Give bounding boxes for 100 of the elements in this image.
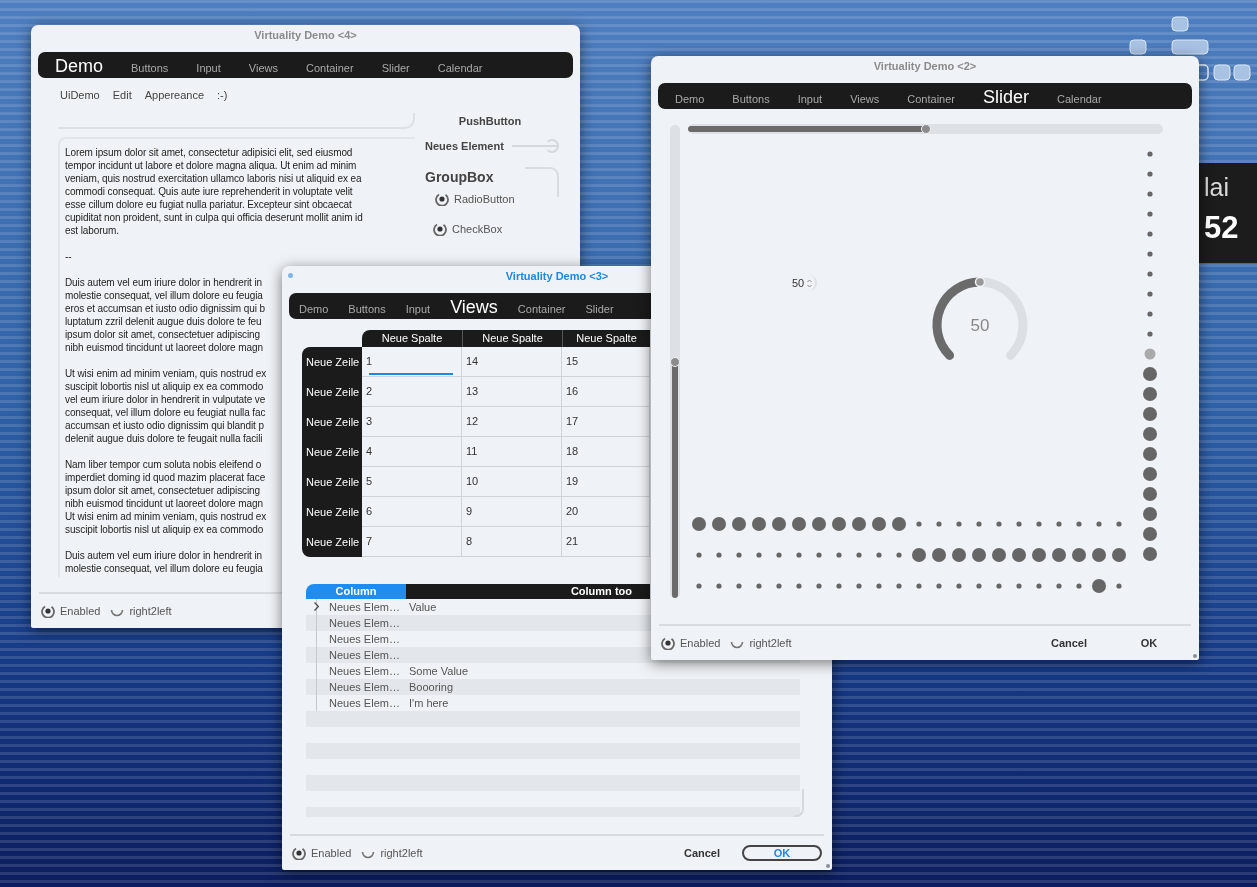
tree-item-label[interactable]: Neues Elem… — [329, 646, 409, 664]
tab[interactable]: Demo — [289, 302, 339, 319]
tree-item-value: Boooring — [409, 679, 454, 695]
table-cell[interactable]: 19 — [562, 467, 650, 497]
table-cell[interactable]: 4 — [362, 437, 462, 467]
table-cell[interactable]: 2 — [362, 377, 462, 407]
tab[interactable]: Slider — [969, 86, 1043, 109]
table-cell[interactable]: 18 — [562, 437, 650, 467]
radio-button[interactable]: RadioButton — [435, 190, 559, 207]
row-header: Neue Zeile — [302, 407, 362, 437]
tab[interactable]: Input — [182, 61, 235, 78]
clock-text: lai — [1204, 172, 1230, 203]
tree-item-label[interactable]: Neues Elem… — [329, 614, 409, 632]
menu-item[interactable]: :-) — [217, 87, 228, 105]
tab[interactable]: Buttons — [338, 302, 396, 319]
push-button[interactable]: PushButton — [425, 113, 555, 129]
group-box-title: GroupBox — [425, 167, 494, 187]
table-cell[interactable]: 7 — [362, 527, 462, 557]
option-toggle[interactable]: right2left — [730, 634, 792, 652]
tree-item-label[interactable]: Neues Elem… — [329, 662, 409, 680]
table-cell[interactable]: 5 — [362, 467, 462, 497]
tab[interactable]: Input — [783, 92, 837, 109]
slider-thumb[interactable] — [1144, 348, 1156, 360]
tab[interactable]: Input — [395, 302, 441, 319]
table-cell[interactable]: 20 — [562, 497, 650, 527]
option-toggle[interactable]: Enabled — [661, 634, 721, 652]
tab[interactable]: Container — [507, 302, 576, 319]
tab[interactable]: Slider — [575, 302, 624, 319]
option-toggle[interactable]: Enabled — [292, 844, 352, 862]
table-cell[interactable]: 13 — [462, 377, 562, 407]
slider-track[interactable] — [670, 125, 680, 598]
tree-item-label[interactable]: Neues Elem… — [329, 598, 409, 616]
paragraph-text: Duis autem vel eum iriure dolor in hendrerit in molestie consequat, vel illum dolore eu feugia — [65, 549, 263, 575]
tab[interactable]: Slider — [367, 61, 424, 78]
table-cell[interactable]: 10 — [462, 467, 562, 497]
column-header[interactable]: Column too — [406, 584, 650, 599]
column-header: Neue Spalte — [362, 330, 462, 347]
tree-item-value: Value — [409, 599, 437, 615]
menu-item[interactable]: UiDemo — [60, 87, 100, 105]
frame-corner — [794, 789, 804, 817]
row-header: Neue Zeile — [302, 377, 362, 407]
tree-item-label[interactable]: Neues Elem… — [329, 678, 409, 696]
slider-thumb[interactable] — [1092, 579, 1106, 593]
table-cell[interactable]: 15 — [562, 347, 650, 377]
tab[interactable]: Views — [836, 92, 894, 109]
tab[interactable]: Demo — [41, 55, 117, 78]
row-header: Neue Zeile — [302, 467, 362, 497]
table-cell[interactable]: 16 — [562, 377, 650, 407]
dial[interactable] — [932, 276, 1028, 360]
column-header: Neue Spalte — [462, 330, 562, 347]
expand-icon[interactable] — [314, 602, 319, 611]
resize-grip[interactable] — [1193, 654, 1197, 658]
tab[interactable]: Views — [440, 296, 508, 319]
row-header: Neue Zeile — [302, 527, 362, 557]
row-header: Neue Zeile — [302, 437, 362, 467]
window-title: Virtuality Demo <4> — [254, 28, 357, 43]
menu-item[interactable]: Appereance — [144, 87, 205, 105]
table-cell[interactable]: 14 — [462, 347, 562, 377]
tab[interactable]: Buttons — [718, 92, 784, 109]
dial-reading: 50 — [970, 316, 990, 335]
option-toggle[interactable]: Enabled — [41, 602, 101, 620]
dialog-button[interactable]: Cancel — [1029, 635, 1109, 651]
slider-track[interactable] — [688, 124, 1163, 134]
row-header: Neue Zeile — [302, 497, 362, 527]
table-cell[interactable]: 12 — [462, 407, 562, 437]
paragraph-text: Ut wisi enim ad minim veniam, quis nostrud ex suscipit lobortis nisl ut aliquip ex ea commodo vel eum iriure dolor in hendrerit in vulputate ve consequat, vel illum dolore eu feugiat nulla fac accumsan et iusto odio dignissim qui blandit p delenit augue duis dolore te feugait nulla facili — [65, 367, 267, 445]
tree-item-label[interactable]: Neues Elem… — [329, 630, 409, 648]
table-cell[interactable]: 21 — [562, 527, 650, 557]
dialog-button[interactable]: OK — [1109, 635, 1189, 651]
resize-grip[interactable] — [826, 864, 830, 868]
table-cell[interactable]: 11 — [462, 437, 562, 467]
table-cell[interactable]: 1 — [362, 347, 462, 377]
option-toggle[interactable]: right2left — [110, 602, 172, 620]
tab[interactable]: Container — [893, 92, 969, 109]
row-header: Neue Zeile — [302, 347, 362, 377]
option-toggle[interactable]: right2left — [361, 844, 423, 862]
paragraph-text: Duis autem vel eum iriure dolor in hendrerit in molestie consequat, vel illum dolore eu feugia eros et accumsan et iusto odio dignissim qui b luptatum zzril delenit augue duis dolore te feu ipsum dolor sit amet, consectetuer adipiscing nibh euismod tincidunt ut laoreet dolore magn — [65, 276, 265, 354]
slider-label: Neues Element — [425, 139, 504, 154]
tree-item-label[interactable]: Neues Elem… — [329, 694, 409, 712]
tab[interactable]: Demo — [661, 92, 719, 109]
tab[interactable]: Container — [291, 61, 368, 78]
dialog-button[interactable]: Cancel — [662, 845, 742, 861]
tab[interactable]: Calendar — [423, 61, 497, 78]
window-title: Virtuality Demo <2> — [873, 59, 977, 74]
table-cell[interactable]: 8 — [462, 527, 562, 557]
table-cell[interactable]: 6 — [362, 497, 462, 527]
tab[interactable]: Buttons — [117, 61, 183, 78]
menu-item[interactable]: Edit — [112, 87, 132, 105]
clock-text: 52 — [1204, 209, 1240, 247]
table-cell[interactable]: 9 — [462, 497, 562, 527]
spin-arrows-icon[interactable] — [807, 278, 813, 288]
tab[interactable]: Views — [234, 61, 292, 78]
tree-item-value: I'm here — [409, 695, 449, 711]
dial-thumb[interactable] — [975, 276, 986, 288]
table-cell[interactable]: 17 — [562, 407, 650, 437]
spin-box[interactable]: 50 — [792, 275, 818, 291]
checkbox[interactable]: CheckBox — [433, 221, 559, 238]
tab[interactable]: Calendar — [1043, 92, 1116, 109]
table-cell[interactable]: 3 — [362, 407, 462, 437]
paragraph-text: Lorem ipsum dolor sit amet, consectetur adipisici elit, sed eiusmod tempor incidunt ut labore et dolore magna aliqua. Ut enim ad minim veniam, quis nostrud exercitation ullamco laboris nisi ut aliquid ex ea commodi consequat. Quis aute iure reprehenderit in voluptate velit esse cillum dolore eu fugiat nulla pariatur. Excepteur sint obcaecat cupiditat non proident, sunt in culpa qui officia deserunt mollit anim id est laborum. — [65, 146, 363, 237]
